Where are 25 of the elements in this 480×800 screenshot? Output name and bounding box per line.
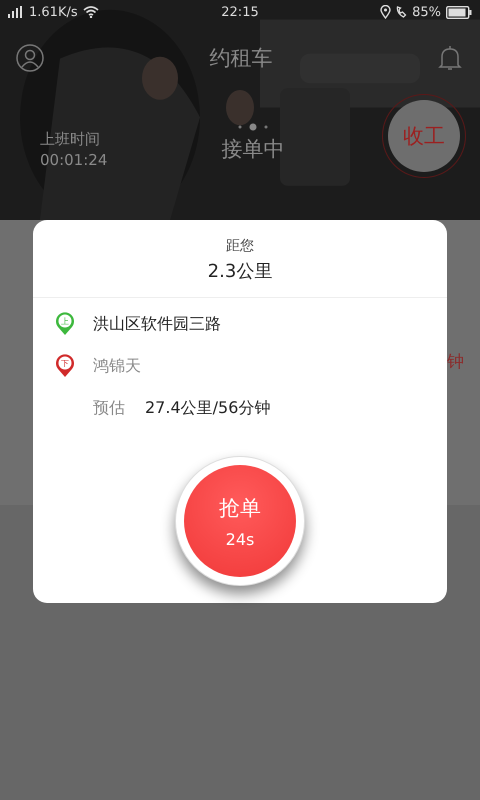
wifi-icon [82, 6, 99, 18]
duration-text: 钟 [447, 351, 464, 373]
order-status: 接单中 [222, 136, 284, 163]
address-text: 洪山区软件园三路 [93, 314, 221, 334]
page-title: 约租车 [210, 45, 272, 72]
work-time-label: 上班时间 [40, 130, 101, 148]
phone-icon [396, 6, 408, 18]
bell-icon[interactable] [438, 45, 462, 71]
network-speed: 1.61K/s [29, 4, 78, 20]
grab-order-button[interactable]: 抢单 24s [184, 465, 296, 577]
user-icon[interactable] [16, 44, 44, 72]
location-icon [380, 5, 392, 19]
progress-dots-icon [236, 123, 270, 131]
address-text: 鸿锦天 [93, 356, 141, 376]
estimate-label: 预估 [93, 398, 125, 418]
signal-icon [8, 6, 24, 18]
clock: 22:15 [221, 4, 259, 20]
battery-percent: 85% [412, 4, 441, 20]
battery-icon [446, 6, 472, 18]
distance-label: 距您 [226, 237, 254, 255]
work-time: 00:01:24 [40, 150, 108, 168]
dropoff-pin-icon: 下 [55, 354, 75, 378]
distance-value: 2.3公里 [208, 260, 272, 283]
estimate-value: 27.4公里/56分钟 [145, 398, 270, 418]
pickup-pin-icon: 上 [55, 312, 75, 336]
